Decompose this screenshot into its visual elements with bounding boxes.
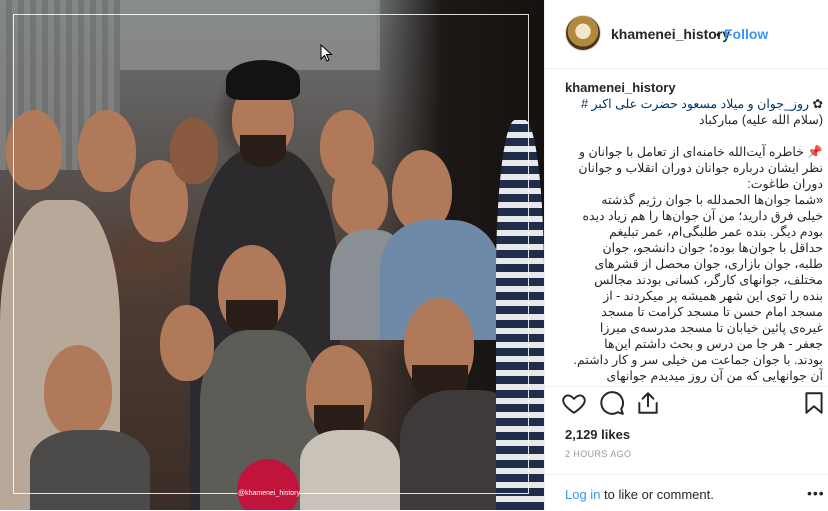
post-header: khamenei_history • Follow — [545, 0, 828, 69]
watermark-text: @khamenei_history — [238, 490, 300, 497]
likes-count[interactable]: 2,129 likes — [565, 427, 630, 442]
caption-line: بودم دیگر. بنده عمر طلبگی‌ام، عمر تبلیغم — [609, 225, 823, 239]
flower-glyph: ✿ — [812, 97, 823, 111]
more-options-icon[interactable]: ••• — [807, 485, 825, 501]
follow-button[interactable]: Follow — [724, 26, 768, 42]
photo-person-face — [170, 118, 218, 184]
action-bar — [545, 386, 828, 419]
caption-line: «شما جوان‌ها الحمدلله با جوان رژیم گذشته — [601, 193, 823, 207]
photo-person-striped-shirt — [496, 120, 544, 510]
post-footer: Log in to like or comment. ••• — [545, 474, 828, 511]
caption-line: نظر ایشان درباره جوانان دوران انقلاب و ج… — [578, 161, 823, 175]
login-link[interactable]: Log in — [565, 487, 600, 502]
heart-icon[interactable] — [561, 390, 587, 416]
header-username[interactable]: khamenei_history — [611, 26, 730, 42]
photo-person-body — [30, 430, 150, 510]
mouse-cursor-icon — [320, 44, 333, 62]
share-upload-icon[interactable] — [635, 390, 661, 416]
photo-person-face — [332, 160, 388, 236]
caption-line: آن جوانهایی که من آن روز میدیدم جوانهای — [606, 369, 824, 383]
comment-bubble-icon[interactable] — [599, 390, 625, 416]
caption-line: بنده را توی این شهر همیشه پر میکردند - ا… — [603, 289, 823, 303]
caption-line: (سلام الله علیه) مبارکباد — [698, 113, 823, 127]
caption-line: حداقل با جوان‌ها بوده؛ جوان دانشجو، جوان — [602, 241, 824, 255]
photo-wall — [120, 0, 380, 70]
login-prompt-text: to like or comment. — [600, 487, 714, 502]
caption-line: مسجد امام حسن تا مسجد کرامت تا مسجد — [601, 305, 823, 319]
header-separator: • — [716, 26, 721, 42]
caption-line: مختلف، جوانهای کارگر، کسانی بودند مجالس — [594, 273, 823, 287]
post-photo[interactable]: @khamenei_history — [0, 0, 544, 510]
hashtag-link[interactable]: روز_جوان و میلاد مسعود حضرت علی اکبر # — [581, 97, 812, 111]
caption-line: ✿ روز_جوان و میلاد مسعود حضرت علی اکبر # — [565, 96, 823, 112]
caption-line: خیلی فرق دارید؛ من آن جوان‌ها را هم زیاد… — [582, 209, 823, 223]
caption-line: دوران طاغوت: — [747, 177, 823, 191]
caption-line — [565, 128, 823, 144]
photo-turban — [226, 60, 300, 100]
bookmark-icon[interactable] — [801, 390, 827, 416]
login-prompt: Log in to like or comment. — [565, 487, 714, 502]
photo-beard — [240, 135, 286, 167]
caption-line: طلبه، جوان بازاری، جوان محصل از قشرهای — [594, 257, 823, 271]
caption-line: غیره‌ی پائین خیابان تا مسجد مدرسه‌ی میرز… — [599, 321, 823, 335]
post-side-panel: khamenei_history • Follow khamenei_histo… — [544, 0, 828, 510]
photo-person-body — [300, 430, 400, 510]
caption-line: بودند. با جوان جماعت من خیلی سر و کار دا… — [573, 353, 823, 367]
photo-person-face — [78, 110, 136, 192]
photo-person-face — [44, 345, 112, 437]
photo-person-face — [160, 305, 214, 381]
photo-person-left-face — [6, 110, 62, 190]
post-caption: khamenei_history ✿ روز_جوان و میلاد مسعو… — [565, 80, 823, 386]
caption-username[interactable]: khamenei_history — [565, 80, 823, 96]
caption-line: جعفر - هر جا من درس و بحث داشتم این‌ها — [604, 337, 823, 351]
profile-portrait-icon[interactable] — [565, 15, 601, 51]
caption-line: 📌 خاطره آیت‌الله خامنه‌ای از تعامل با جو… — [578, 145, 823, 159]
post-timestamp[interactable]: 2 HOURS AGO — [565, 449, 631, 459]
